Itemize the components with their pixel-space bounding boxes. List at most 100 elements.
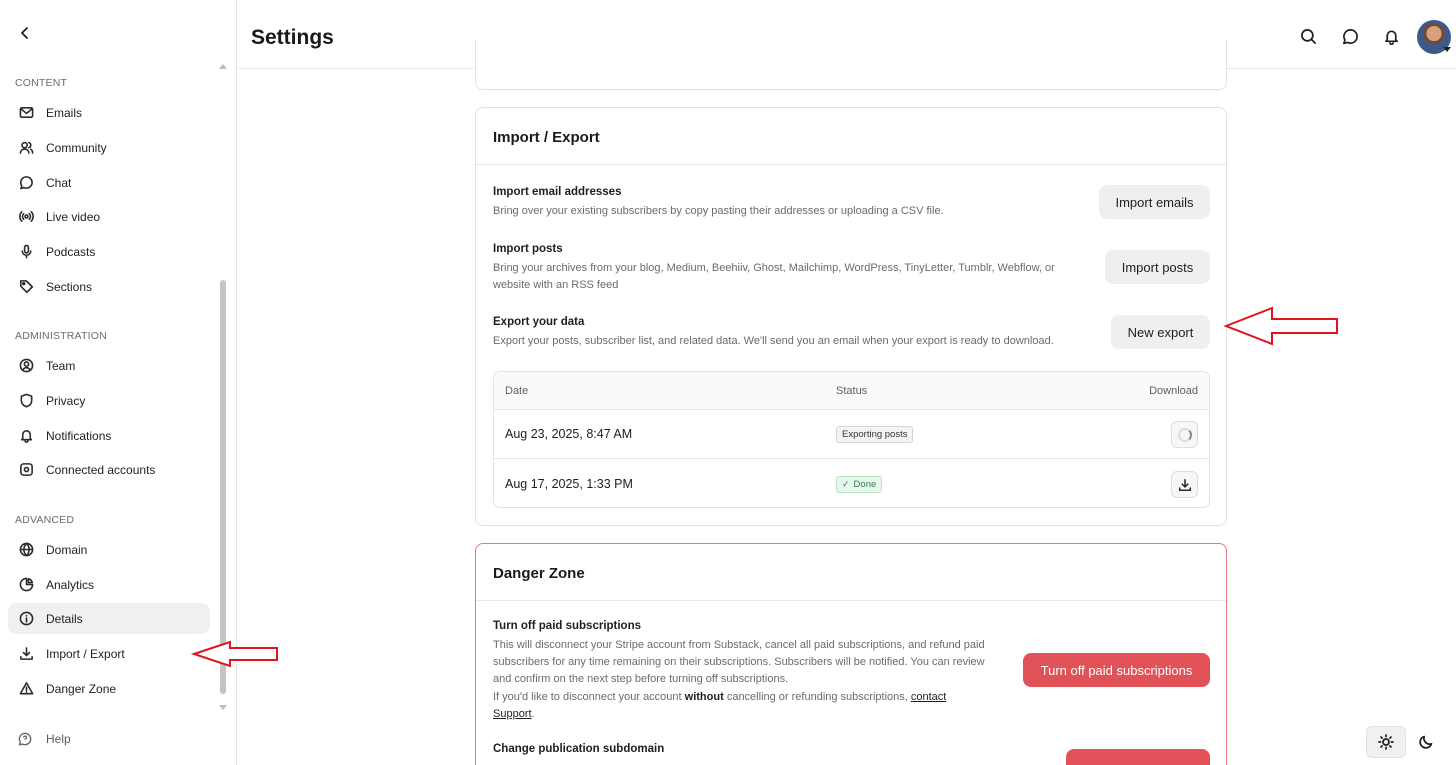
column-download: Download	[1149, 385, 1198, 397]
column-status: Status	[836, 385, 868, 397]
sidebar-item-chat[interactable]: Chat	[8, 167, 210, 198]
card-header: Import / Export	[476, 108, 1226, 165]
download-icon	[1178, 478, 1191, 491]
users-icon	[18, 140, 34, 156]
sidebar-item-label: Danger Zone	[46, 681, 117, 696]
back-button[interactable]	[14, 22, 36, 44]
search-icon	[1300, 28, 1316, 44]
help-label: Help	[46, 732, 71, 746]
sidebar-section-administration: ADMINISTRATION	[15, 330, 107, 342]
card-title: Import / Export	[493, 129, 600, 146]
turn-off-paid-subscriptions-button[interactable]: Turn off paid subscriptions	[1023, 653, 1210, 687]
microphone-icon	[18, 244, 34, 260]
sidebar-item-notifications[interactable]: Notifications	[8, 420, 210, 451]
gear-icon	[18, 462, 34, 478]
sidebar-item-sections[interactable]: Sections	[8, 271, 210, 302]
tag-icon	[18, 279, 34, 295]
sidebar-item-label: Sections	[46, 279, 93, 294]
sidebar-item-team[interactable]: Team	[8, 350, 210, 381]
turn-off-paid-desc-1: This will disconnect your Stripe account…	[493, 639, 985, 651]
status-badge: Exporting posts	[836, 426, 914, 443]
scroll-down-arrow[interactable]	[219, 705, 227, 710]
dark-mode-button[interactable]	[1406, 726, 1446, 758]
caret-down-icon[interactable]	[1443, 47, 1451, 52]
warning-icon	[18, 681, 34, 697]
export-progress-button[interactable]	[1171, 421, 1198, 448]
sidebar-item-podcasts[interactable]: Podcasts	[8, 236, 210, 267]
pie-chart-icon	[18, 577, 34, 593]
turn-off-paid-desc-2: subscribers for any time remaining on th…	[493, 656, 985, 668]
sidebar-item-connected-accounts[interactable]: Connected accounts	[8, 454, 210, 485]
desc-text: If you'd like to disconnect your account	[493, 691, 685, 703]
sidebar-item-import-export[interactable]: Import / Export	[8, 638, 210, 669]
desc-text: .	[531, 708, 535, 720]
new-export-button[interactable]: New export	[1111, 315, 1210, 349]
export-data-title: Export your data	[493, 316, 585, 328]
desc-text: cancelling or refunding subscriptions,	[723, 691, 911, 703]
help-icon	[18, 732, 32, 746]
info-icon	[18, 611, 34, 627]
scroll-up-arrow[interactable]	[219, 64, 227, 69]
sidebar-item-label: Live video	[46, 209, 101, 224]
change-subdomain-title: Change publication subdomain	[493, 743, 665, 755]
notifications-button[interactable]	[1381, 26, 1401, 46]
user-circle-icon	[18, 358, 34, 374]
sidebar-item-label: Privacy	[46, 393, 86, 408]
import-emails-title: Import email addresses	[493, 186, 622, 198]
mail-icon	[18, 105, 34, 121]
globe-icon	[18, 542, 34, 558]
moon-icon	[1419, 735, 1433, 749]
table-header: Date Status Download	[494, 372, 1209, 410]
sidebar-item-label: Details	[46, 611, 83, 626]
sidebar-item-label: Community	[46, 140, 107, 155]
sidebar-item-details[interactable]: Details	[8, 603, 210, 634]
shield-icon	[18, 393, 34, 409]
table-row: Aug 17, 2025, 1:33 PM ✓ Done	[494, 460, 1209, 507]
column-date: Date	[505, 385, 529, 397]
contact-support-link[interactable]: Support	[493, 708, 532, 720]
annotation-arrow-new-export	[1223, 306, 1340, 351]
sidebar-item-danger-zone[interactable]: Danger Zone	[8, 673, 210, 704]
contact-support-link[interactable]: contact	[911, 691, 946, 703]
sidebar-item-label: Team	[46, 358, 76, 373]
danger-zone-card: Danger Zone Turn off paid subscriptions …	[475, 543, 1227, 765]
sidebar-section-content: CONTENT	[15, 77, 68, 89]
chat-bubble-icon	[1342, 28, 1358, 44]
sidebar-item-emails[interactable]: Emails	[8, 97, 210, 128]
sidebar-item-analytics[interactable]: Analytics	[8, 569, 210, 600]
sidebar-item-live-video[interactable]: Live video	[8, 201, 210, 232]
import-emails-button[interactable]: Import emails	[1099, 185, 1210, 219]
sun-icon	[1378, 734, 1394, 750]
sidebar-section-advanced: ADVANCED	[15, 514, 75, 526]
sidebar-item-community[interactable]: Community	[8, 132, 210, 163]
export-date: Aug 17, 2025, 1:33 PM	[505, 477, 633, 491]
broadcast-icon	[18, 209, 34, 225]
chat-button[interactable]	[1340, 26, 1360, 46]
import-emails-desc: Bring over your existing subscribers by …	[493, 205, 944, 217]
scroll-thumb[interactable]	[220, 280, 226, 694]
turn-off-paid-title: Turn off paid subscriptions	[493, 620, 642, 632]
bell-icon	[18, 428, 34, 444]
import-posts-title: Import posts	[493, 243, 563, 255]
download-export-button[interactable]	[1171, 471, 1198, 498]
turn-off-paid-desc-4: If you'd like to disconnect your account…	[493, 689, 946, 706]
sidebar-item-label: Notifications	[46, 428, 112, 443]
loading-spinner-icon	[1177, 427, 1192, 442]
exports-table: Date Status Download Aug 23, 2025, 8:47 …	[493, 371, 1210, 508]
change-subdomain-button[interactable]	[1066, 749, 1210, 765]
search-button[interactable]	[1298, 26, 1318, 46]
sidebar-scrollbar[interactable]	[218, 62, 228, 712]
download-icon	[18, 646, 34, 662]
turn-off-paid-desc-3: and confirm on the next step before turn…	[493, 673, 789, 685]
sidebar-item-label: Import / Export	[46, 646, 125, 661]
page-title: Settings	[251, 26, 334, 49]
light-mode-button[interactable]	[1366, 726, 1406, 758]
chat-bubble-icon	[18, 175, 34, 191]
import-posts-button[interactable]: Import posts	[1105, 250, 1210, 284]
sidebar-item-privacy[interactable]: Privacy	[8, 385, 210, 416]
import-posts-desc-1: Bring your archives from your blog, Medi…	[493, 262, 1055, 274]
help-link[interactable]: Help	[18, 732, 71, 746]
sidebar-item-domain[interactable]: Domain	[8, 534, 210, 565]
chevron-left-icon	[21, 27, 28, 39]
export-data-desc: Export your posts, subscriber list, and …	[493, 335, 1054, 347]
